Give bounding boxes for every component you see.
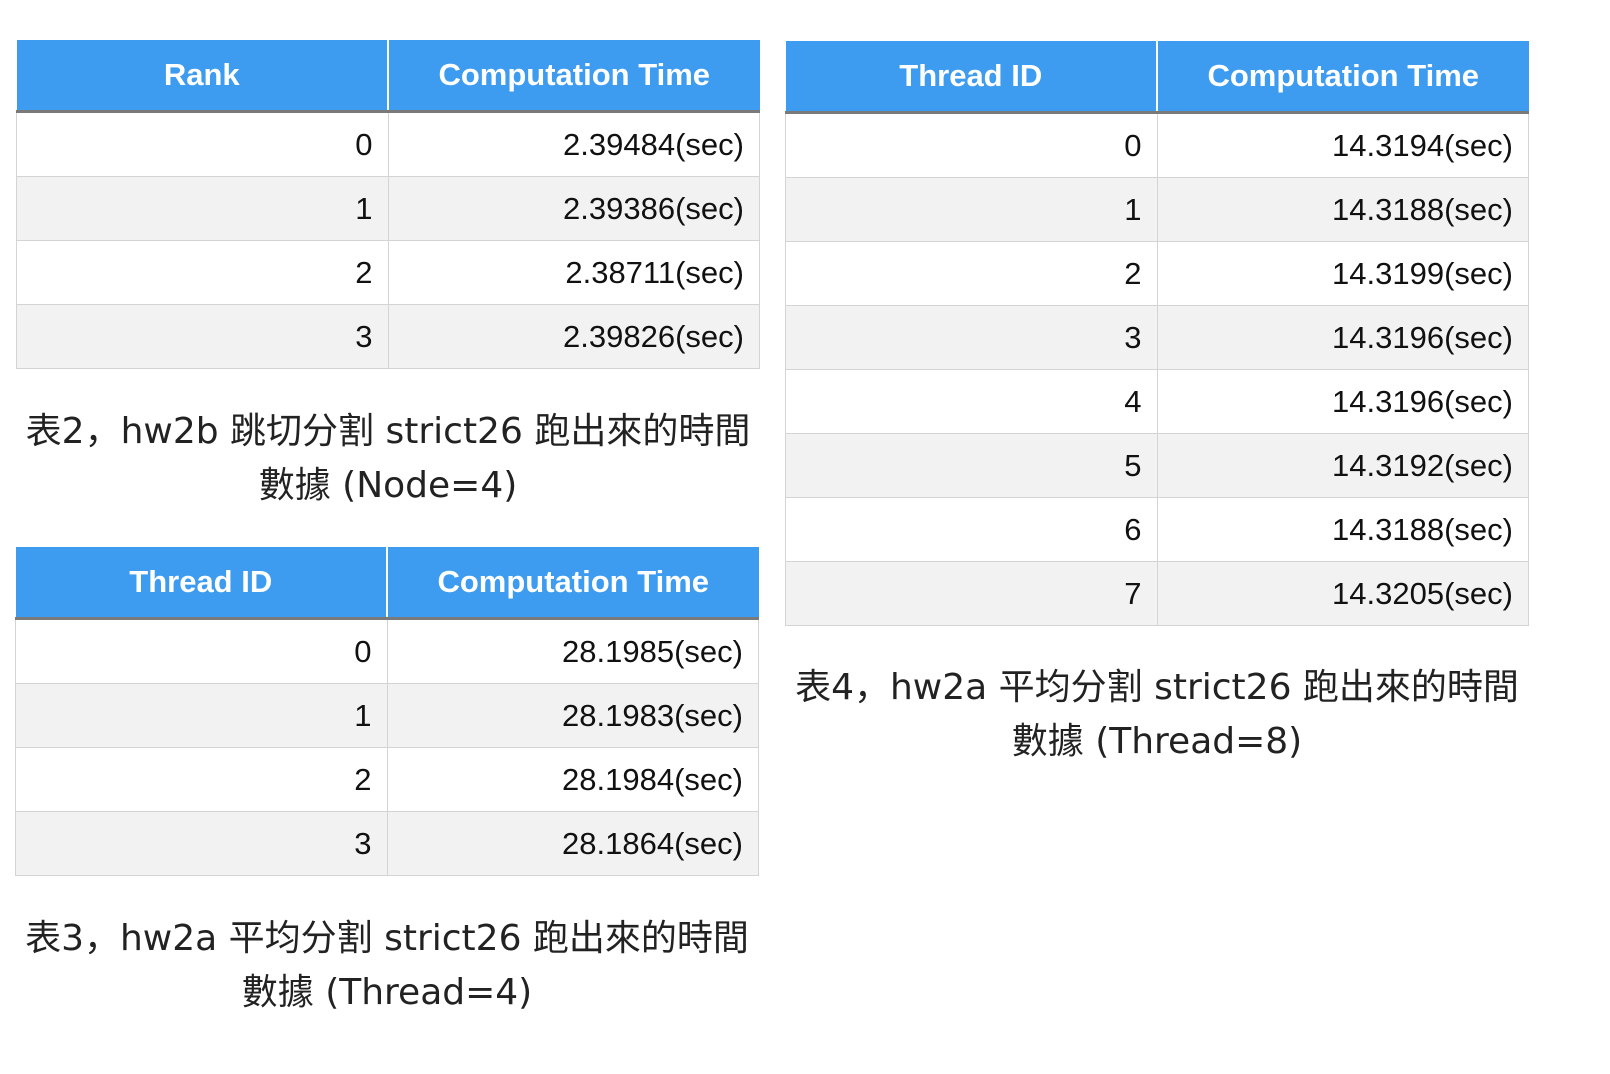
table-row: 3 14.3196(sec) xyxy=(785,305,1529,370)
table4: Thread ID Computation Time 0 14.3194(sec… xyxy=(785,41,1529,626)
table3-thread-cell: 1 xyxy=(15,683,388,748)
table3-time-cell: 28.1985(sec) xyxy=(386,618,759,684)
table-row: 7 14.3205(sec) xyxy=(785,561,1529,626)
table4-time-cell: 14.3196(sec) xyxy=(1156,305,1529,370)
table4-header-row: Thread ID Computation Time xyxy=(785,41,1529,114)
table3-caption-line2: 數據 (Thread=4) xyxy=(241,972,533,1013)
table4-thread-cell: 1 xyxy=(785,177,1158,242)
table4-time-cell: 14.3188(sec) xyxy=(1156,497,1529,562)
table2-rank-cell: 1 xyxy=(16,176,389,241)
table2-header-rank: Rank xyxy=(16,40,389,113)
table-row: 1 2.39386(sec) xyxy=(16,176,760,241)
table4-thread-cell: 4 xyxy=(785,369,1158,434)
table2-time-cell: 2.38711(sec) xyxy=(387,240,760,305)
table2: Rank Computation Time 0 2.39484(sec) 1 2… xyxy=(16,40,760,369)
table-row: 0 2.39484(sec) xyxy=(16,111,760,177)
table4-time-cell: 14.3199(sec) xyxy=(1156,241,1529,306)
table4-thread-cell: 2 xyxy=(785,241,1158,306)
table4-thread-cell: 7 xyxy=(785,561,1158,626)
table3-header-time: Computation Time xyxy=(387,547,759,620)
table3-thread-cell: 3 xyxy=(15,811,388,876)
table2-block: Rank Computation Time 0 2.39484(sec) 1 2… xyxy=(16,40,760,369)
table3-header-row: Thread ID Computation Time xyxy=(15,547,759,620)
table4-caption-line2: 數據 (Thread=8) xyxy=(1011,721,1303,762)
table4-header-thread-id: Thread ID xyxy=(785,41,1158,114)
table4-thread-cell: 3 xyxy=(785,305,1158,370)
table3-caption-line1: 表3，hw2a 平均分割 strict26 跑出來的時間 xyxy=(25,918,749,959)
table3-time-cell: 28.1864(sec) xyxy=(386,811,759,876)
table-row: 2 2.38711(sec) xyxy=(16,240,760,305)
table-row: 0 28.1985(sec) xyxy=(15,618,759,684)
table2-rank-cell: 3 xyxy=(16,304,389,369)
table-row: 1 14.3188(sec) xyxy=(785,177,1529,242)
table-row: 3 2.39826(sec) xyxy=(16,304,760,369)
table2-time-cell: 2.39484(sec) xyxy=(387,111,760,177)
table-row: 4 14.3196(sec) xyxy=(785,369,1529,434)
table4-caption-line1: 表4，hw2a 平均分割 strict26 跑出來的時間 xyxy=(795,667,1519,708)
table4-thread-cell: 0 xyxy=(785,112,1158,178)
table4-block: Thread ID Computation Time 0 14.3194(sec… xyxy=(785,41,1529,626)
table3-header-thread-id: Thread ID xyxy=(15,547,388,620)
table2-header-time: Computation Time xyxy=(388,40,760,113)
table2-rank-cell: 2 xyxy=(16,240,389,305)
table-row: 2 14.3199(sec) xyxy=(785,241,1529,306)
table-row: 1 28.1983(sec) xyxy=(15,683,759,748)
table3-time-cell: 28.1983(sec) xyxy=(386,683,759,748)
table3-thread-cell: 0 xyxy=(15,618,388,684)
table3-block: Thread ID Computation Time 0 28.1985(sec… xyxy=(15,547,759,876)
table2-rank-cell: 0 xyxy=(16,111,389,177)
table4-thread-cell: 5 xyxy=(785,433,1158,498)
table4-time-cell: 14.3205(sec) xyxy=(1156,561,1529,626)
table2-caption-line2: 數據 (Node=4) xyxy=(258,465,518,506)
table2-caption-line1: 表2，hw2b 跳切分割 strict26 跑出來的時間 xyxy=(25,411,751,452)
table3: Thread ID Computation Time 0 28.1985(sec… xyxy=(15,547,759,876)
table2-time-cell: 2.39386(sec) xyxy=(387,176,760,241)
table3-thread-cell: 2 xyxy=(15,747,388,812)
table-row: 3 28.1864(sec) xyxy=(15,811,759,876)
table3-caption: 表3，hw2a 平均分割 strict26 跑出來的時間 數據 (Thread=… xyxy=(15,912,759,1020)
table4-header-time: Computation Time xyxy=(1157,41,1529,114)
table4-time-cell: 14.3194(sec) xyxy=(1156,112,1529,178)
table2-caption: 表2，hw2b 跳切分割 strict26 跑出來的時間 數據 (Node=4) xyxy=(16,405,760,513)
table3-time-cell: 28.1984(sec) xyxy=(386,747,759,812)
table-row: 6 14.3188(sec) xyxy=(785,497,1529,562)
table4-caption: 表4，hw2a 平均分割 strict26 跑出來的時間 數據 (Thread=… xyxy=(785,661,1529,769)
table4-time-cell: 14.3196(sec) xyxy=(1156,369,1529,434)
table2-time-cell: 2.39826(sec) xyxy=(387,304,760,369)
table2-header-row: Rank Computation Time xyxy=(16,40,760,113)
table4-time-cell: 14.3188(sec) xyxy=(1156,177,1529,242)
table-row: 2 28.1984(sec) xyxy=(15,747,759,812)
table4-thread-cell: 6 xyxy=(785,497,1158,562)
table4-time-cell: 14.3192(sec) xyxy=(1156,433,1529,498)
table-row: 0 14.3194(sec) xyxy=(785,112,1529,178)
table-row: 5 14.3192(sec) xyxy=(785,433,1529,498)
